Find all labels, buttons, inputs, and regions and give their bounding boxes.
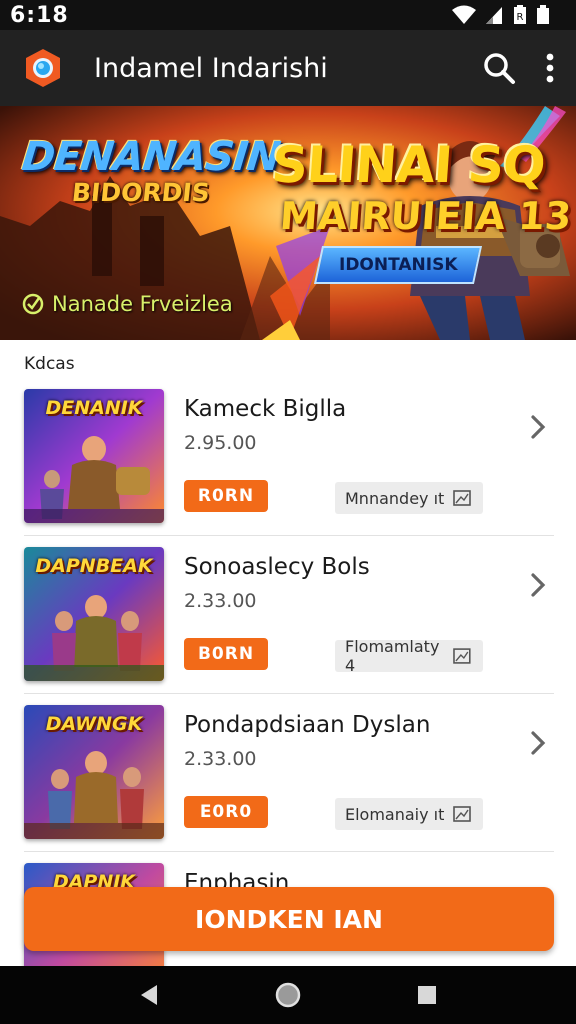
chevron-right-icon[interactable] [530, 414, 546, 440]
item-price: 2.33.00 [184, 590, 257, 612]
banner-title-line1: DENANASIN [19, 134, 282, 180]
banner-tag: Nanade Frveizlea [22, 292, 233, 316]
app-bar: Indamel Indarishi [0, 30, 576, 106]
system-nav-bar [0, 966, 576, 1024]
more-vert-icon[interactable] [544, 53, 556, 83]
item-price: 2.95.00 [184, 432, 257, 454]
thumbnail-title: DAPNBEAK [35, 555, 153, 577]
home-icon[interactable] [274, 981, 302, 1009]
battery-icon [537, 5, 549, 24]
app-actions [482, 51, 556, 85]
wifi-icon [452, 5, 476, 24]
list-item[interactable]: DENANIK Kameck Biglla 2.95.00 R0RN Mnnan… [24, 378, 554, 536]
search-icon[interactable] [482, 51, 516, 85]
signal-icon [486, 7, 502, 24]
item-tag[interactable]: Flomamlaty 4 [335, 637, 483, 675]
data-icon: R [514, 5, 526, 24]
item-action-button[interactable]: R0RN [184, 480, 268, 512]
check-badge-icon [22, 293, 44, 315]
banner-ribbon-text: IDONTANISK [338, 255, 458, 275]
svg-text:R: R [517, 12, 524, 23]
item-tag-text: Mnnandey ıt [345, 488, 445, 508]
image-icon [453, 490, 471, 506]
promo-banner[interactable]: DENANASIN BIDORDIS SLINAI SQ MAIRUIEIA 1… [0, 106, 576, 340]
banner-title-line1b: BIDORDIS [70, 178, 212, 207]
item-price: 2.33.00 [184, 748, 257, 770]
recents-icon[interactable] [415, 983, 439, 1007]
status-time: 6:18 [10, 2, 69, 28]
item-tag[interactable]: Mnnandey ıt [335, 482, 483, 514]
game-thumbnail: DAWNGK [24, 705, 164, 839]
status-bar: 6:18 R [0, 0, 576, 30]
image-icon [453, 806, 471, 822]
chevron-right-icon[interactable] [530, 572, 546, 598]
section-label: Kdcas [24, 354, 75, 374]
item-tag-text: Elomanaiy ıt [345, 804, 445, 824]
app-logo[interactable] [22, 47, 64, 89]
banner-title-line2: SLINAI SQ [269, 136, 547, 194]
game-thumbnail: DAPNBEAK [24, 547, 164, 681]
banner-title-line2b: MAIRUIEIA 13 [278, 194, 573, 238]
list-item[interactable]: DAWNGK Pondapdsiaan Dyslan 2.33.00 E0R0 … [24, 694, 554, 852]
list-item[interactable]: DAPNBEAK Sonoaslecy Bols 2.33.00 B0RN Fl… [24, 536, 554, 694]
app-title: Indamel Indarishi [94, 52, 328, 84]
thumbnail-title: DENANIK [45, 397, 143, 419]
item-name: Sonoaslecy Bols [184, 554, 370, 580]
image-icon [453, 648, 471, 664]
banner-tag-text: Nanade Frveizlea [52, 292, 233, 316]
banner-ribbon: IDONTANISK [313, 246, 483, 284]
item-name: Pondapdsiaan Dyslan [184, 712, 431, 738]
chevron-right-icon[interactable] [530, 730, 546, 756]
item-action-button[interactable]: E0R0 [184, 796, 268, 828]
item-tag[interactable]: Elomanaiy ıt [335, 798, 483, 830]
primary-cta-button[interactable]: IONDKEN IAN [24, 887, 554, 951]
thumbnail-title: DAWNGK [45, 713, 143, 735]
item-action-button[interactable]: B0RN [184, 638, 268, 670]
back-icon[interactable] [137, 983, 161, 1007]
game-thumbnail: DENANIK [24, 389, 164, 523]
item-tag-text: Flomamlaty 4 [345, 637, 440, 675]
status-icons: R [452, 5, 550, 25]
screen: 6:18 R Indamel Indarishi DENANASIN BIDOR… [0, 0, 576, 1024]
item-name: Kameck Biglla [184, 396, 347, 422]
